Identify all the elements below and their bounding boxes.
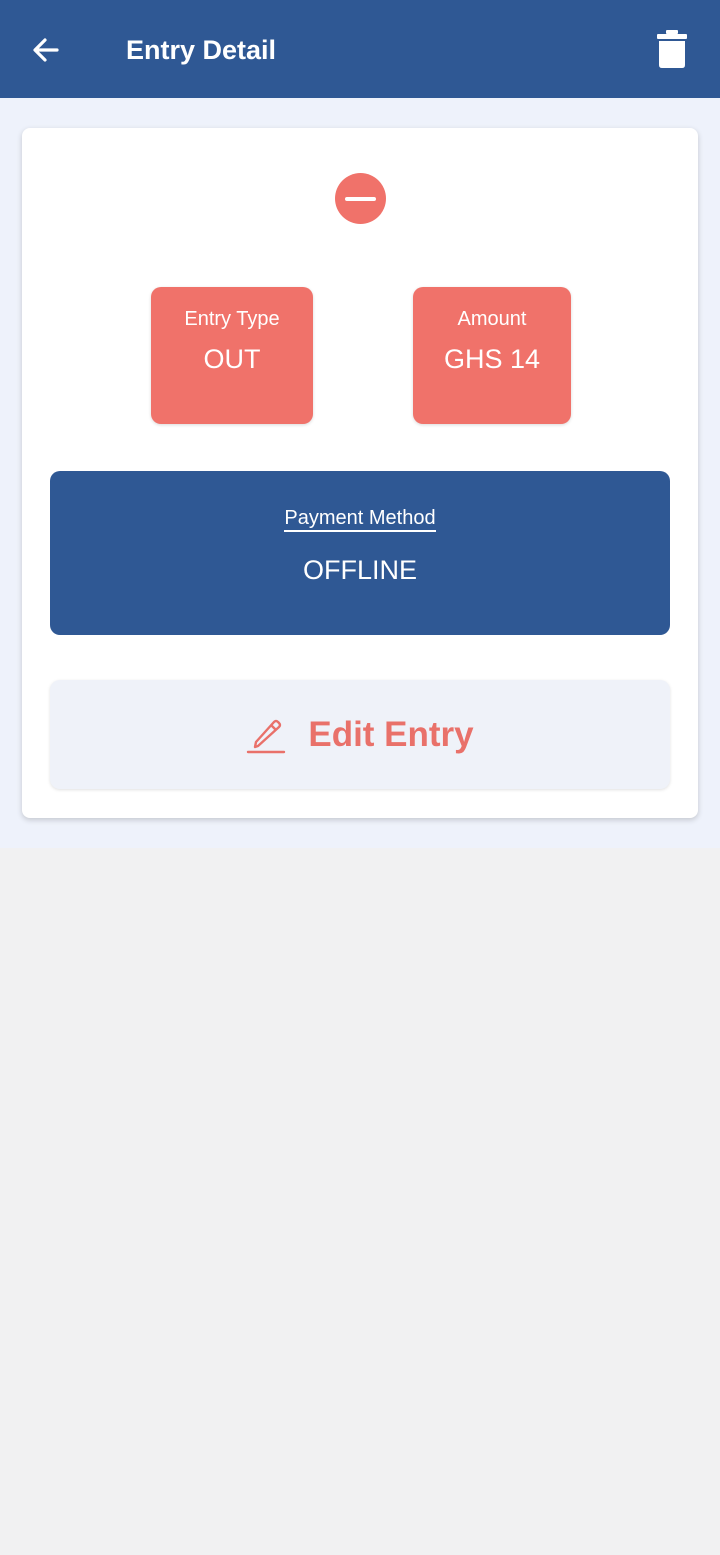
payment-method-box: Payment Method OFFLINE bbox=[50, 471, 670, 635]
arrow-left-icon bbox=[33, 38, 59, 62]
page-title: Entry Detail bbox=[126, 35, 277, 65]
amount-tile: Amount GHS 14 bbox=[413, 287, 571, 424]
payment-method-label-row: Payment Method bbox=[50, 505, 670, 532]
payment-method-label: Payment Method bbox=[284, 507, 436, 532]
app-bar: Entry Detail bbox=[0, 0, 720, 98]
minus-bar bbox=[345, 196, 376, 201]
pencil-icon bbox=[247, 719, 286, 753]
amount-value: GHS 14 bbox=[443, 344, 541, 374]
edit-entry-button[interactable]: Edit Entry bbox=[50, 680, 670, 789]
back-button[interactable] bbox=[20, 24, 72, 76]
entry-type-label: Entry Type bbox=[184, 308, 280, 330]
entry-type-tile: Entry Type OUT bbox=[151, 287, 313, 424]
entry-card: Entry Type OUT Amount GHS 14 Payment Met… bbox=[22, 128, 698, 818]
amount-label: Amount bbox=[457, 308, 527, 330]
trash-icon bbox=[657, 30, 687, 68]
delete-button[interactable] bbox=[646, 22, 698, 76]
payment-method-value: OFFLINE bbox=[302, 555, 417, 585]
edit-entry-label: Edit Entry bbox=[308, 714, 474, 754]
minus-circle-icon bbox=[335, 173, 386, 224]
entry-type-value: OUT bbox=[203, 344, 261, 374]
